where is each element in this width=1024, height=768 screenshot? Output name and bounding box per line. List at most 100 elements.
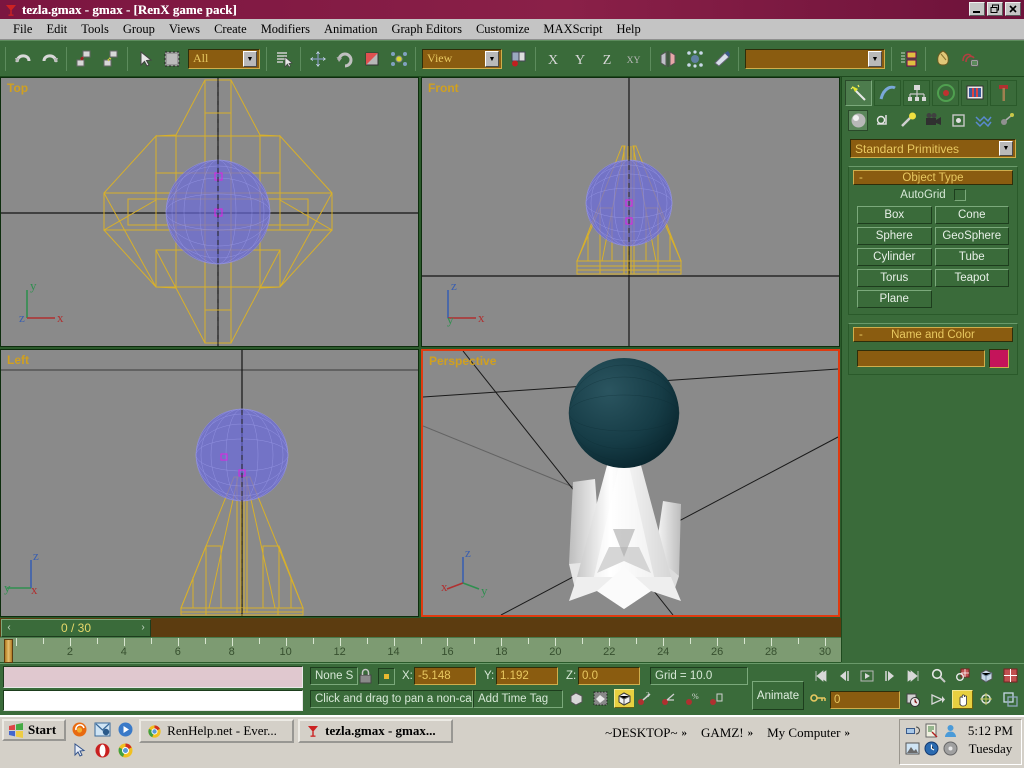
shade-selected-icon[interactable] (566, 689, 587, 708)
chevron-down-icon[interactable]: ▼ (243, 51, 257, 67)
select-region-icon[interactable] (159, 46, 184, 71)
time-slider[interactable]: ‹ 0 / 30 › (1, 619, 151, 637)
selection-lock-icon[interactable] (378, 668, 395, 685)
named-selection-sets-combo[interactable]: ▼ (745, 49, 885, 69)
zoom-icon[interactable] (928, 666, 949, 685)
chevron-down-icon[interactable]: ▼ (868, 51, 882, 67)
viewport-top[interactable]: Top (0, 77, 419, 347)
menu-modifiers[interactable]: Modifiers (254, 20, 317, 39)
category-shapes[interactable] (873, 110, 893, 131)
snaps-3d-icon[interactable] (614, 689, 635, 708)
command-tab-create[interactable] (845, 80, 872, 106)
previous-frame-icon[interactable] (833, 666, 854, 685)
coord-y-input[interactable]: 1.192 (496, 667, 558, 685)
restore-button[interactable] (987, 2, 1003, 16)
outlook-icon[interactable] (92, 719, 112, 739)
select-by-name-icon[interactable] (271, 46, 296, 71)
play-animation-icon[interactable] (856, 666, 877, 685)
restrict-x-icon[interactable]: X (540, 46, 565, 71)
object-type-header[interactable]: - Object Type (853, 170, 1013, 185)
layer-manager-icon[interactable] (896, 46, 921, 71)
category-geometry[interactable] (848, 110, 868, 131)
use-transform-center-icon[interactable] (506, 46, 531, 71)
spinner-snap-icon[interactable] (706, 689, 727, 708)
taskbar-task-renhelp[interactable]: RenHelp.net - Ever... (139, 719, 294, 743)
my-computer-toolbar[interactable]: My Computer » (767, 725, 850, 741)
quick-render-icon[interactable] (709, 46, 734, 71)
menu-help[interactable]: Help (609, 20, 647, 39)
key-filters-input[interactable]: 0 (830, 691, 900, 709)
taskbar-task-gmax[interactable]: tezla.gmax - gmax... (298, 719, 453, 743)
chevron-down-icon[interactable]: ▼ (485, 51, 499, 67)
command-tab-display[interactable] (961, 80, 988, 106)
menu-group[interactable]: Group (116, 20, 162, 39)
menu-maxscript[interactable]: MAXScript (536, 20, 609, 39)
align-icon[interactable] (682, 46, 707, 71)
start-button[interactable]: Start (2, 719, 66, 741)
create-geosphere-button[interactable]: GeoSphere (935, 227, 1010, 245)
chevron-right-icon[interactable]: » (748, 727, 754, 739)
menu-file[interactable]: File (6, 20, 39, 39)
zoom-all-icon[interactable] (952, 666, 973, 685)
document-icon[interactable] (923, 722, 940, 739)
create-sphere-button[interactable]: Sphere (857, 227, 932, 245)
status-listener-box[interactable] (3, 666, 303, 688)
subcategory-combo[interactable]: Standard Primitives ▼ (850, 139, 1016, 158)
gamz-toolbar[interactable]: GAMZ! » (701, 725, 753, 741)
desktop-toolbar[interactable]: ~DESKTOP~ » (605, 725, 687, 741)
collapse-toggle[interactable]: - (859, 329, 863, 341)
taskbar-clock[interactable]: 5:12 PM Tuesday (964, 722, 1017, 757)
object-name-input[interactable] (857, 350, 985, 367)
cursor-icon[interactable] (69, 740, 89, 760)
minimize-button[interactable] (969, 2, 985, 16)
chevron-right-icon[interactable]: » (844, 727, 850, 739)
command-tab-hierarchy[interactable] (903, 80, 930, 106)
select-and-move-icon[interactable] (305, 46, 330, 71)
command-tab-utilities[interactable] (990, 80, 1017, 106)
create-box-button[interactable]: Box (857, 206, 932, 224)
chrome-icon[interactable] (115, 740, 135, 760)
clock-tray-icon[interactable] (923, 740, 940, 757)
category-space-warps[interactable] (973, 110, 993, 131)
arc-rotate-icon[interactable] (976, 690, 997, 709)
menu-tools[interactable]: Tools (74, 20, 116, 39)
select-and-scale-icon[interactable] (359, 46, 384, 71)
select-object-icon[interactable] (132, 46, 157, 71)
goto-start-icon[interactable] (810, 666, 831, 685)
media-player-icon[interactable] (115, 719, 135, 739)
pan-view-icon[interactable] (952, 690, 973, 709)
create-cylinder-button[interactable]: Cylinder (857, 248, 932, 266)
name-and-color-header[interactable]: - Name and Color (853, 327, 1013, 342)
menu-animation[interactable]: Animation (317, 20, 384, 39)
status-listener-input[interactable] (3, 690, 303, 711)
collapse-toggle[interactable]: - (859, 172, 863, 184)
time-configuration-icon[interactable] (903, 690, 924, 709)
create-torus-button[interactable]: Torus (857, 269, 932, 287)
close-button[interactable] (1005, 2, 1021, 16)
command-tab-motion[interactable] (932, 80, 959, 106)
percent-snap-icon[interactable]: % (682, 689, 703, 708)
chevron-down-icon[interactable]: ▼ (999, 141, 1013, 156)
select-and-rotate-icon[interactable] (332, 46, 357, 71)
lock-icon[interactable] (358, 668, 373, 688)
next-frame-arrow[interactable]: › (136, 620, 150, 636)
disc-icon[interactable] (942, 740, 959, 757)
track-bar-handle[interactable] (4, 639, 13, 663)
menu-create[interactable]: Create (207, 20, 254, 39)
network-icon[interactable] (904, 722, 921, 739)
opera-icon[interactable] (92, 740, 112, 760)
field-of-view-icon[interactable] (928, 690, 949, 709)
track-bar[interactable]: 24681012141618202224262830 (0, 637, 841, 663)
render-scene-icon[interactable] (957, 46, 982, 71)
menu-customize[interactable]: Customize (469, 20, 536, 39)
undo-icon[interactable] (10, 46, 35, 71)
autogrid-checkbox[interactable] (954, 189, 966, 201)
object-color-swatch[interactable] (989, 349, 1009, 368)
mirror-icon[interactable] (655, 46, 680, 71)
command-tab-modify[interactable] (874, 80, 901, 106)
menu-edit[interactable]: Edit (39, 20, 74, 39)
user-icon[interactable] (942, 722, 959, 739)
viewport-left[interactable]: Left (0, 349, 419, 617)
create-teapot-button[interactable]: Teapot (935, 269, 1010, 287)
redo-icon[interactable] (37, 46, 62, 71)
